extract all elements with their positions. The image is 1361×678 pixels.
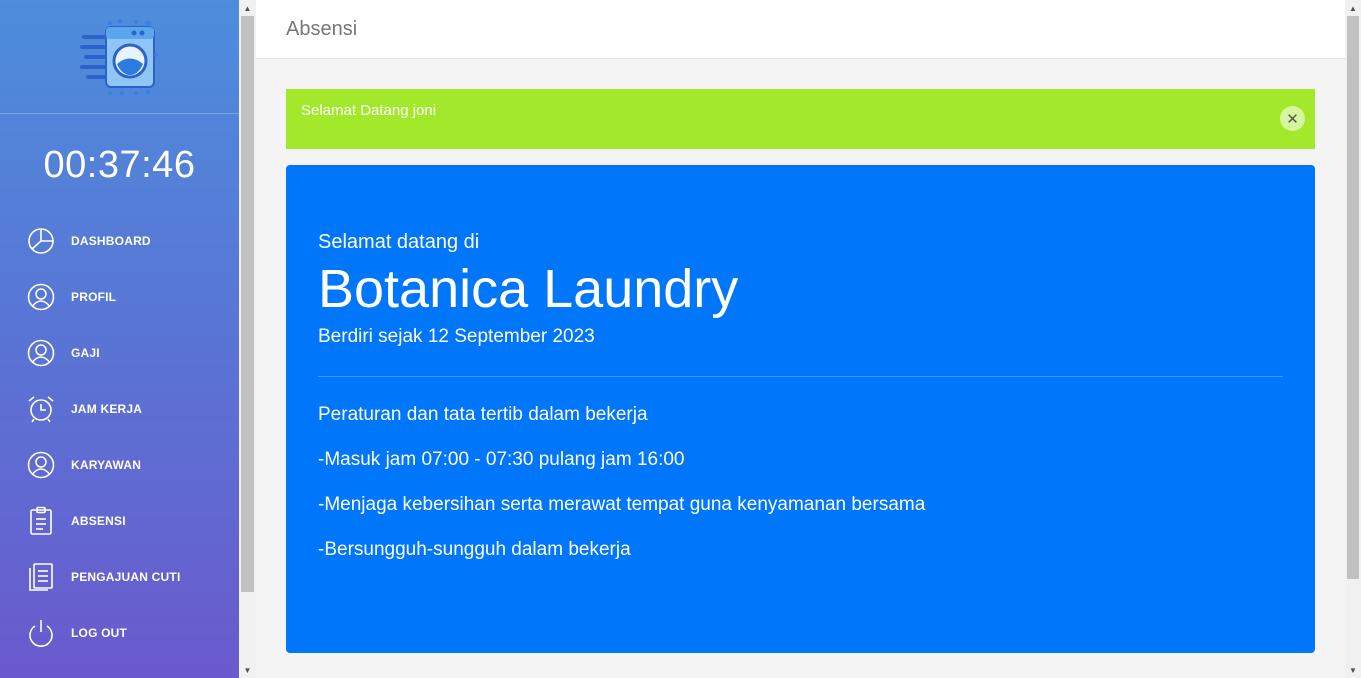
sidebar-item-label: DASHBOARD	[71, 234, 151, 248]
welcome-jumbotron: Selamat datang di Botanica Laundry Berdi…	[286, 165, 1315, 653]
scrollbar-thumb[interactable]	[241, 16, 254, 592]
alert-message: Selamat Datang joni	[301, 102, 437, 119]
sidebar-item-label: PENGAJUAN CUTI	[71, 570, 181, 584]
scroll-up-arrow[interactable]: ▲	[239, 0, 256, 16]
dashboard-pie-icon	[26, 226, 56, 256]
user-icon	[26, 450, 56, 480]
scrollbar-thumb[interactable]	[1347, 16, 1359, 579]
sidebar-item-jam-kerja[interactable]: JAM KERJA	[0, 381, 239, 437]
user-icon	[26, 338, 56, 368]
washing-machine-icon	[79, 18, 158, 95]
clipboard-icon	[26, 506, 56, 536]
rule-item: -Masuk jam 07:00 - 07:30 pulang jam 16:0…	[318, 449, 685, 471]
founded-text: Berdiri sejak 12 September 2023	[318, 326, 595, 348]
clock-display: 00:37:46	[43, 144, 196, 186]
sidebar-item-profil[interactable]: PROFIL	[0, 269, 239, 325]
sidebar: 00:37:46 DASHBOARD PROFIL GAJI JAM KERJA…	[0, 0, 239, 678]
sidebar-item-label: LOG OUT	[71, 626, 128, 640]
document-icon	[26, 562, 56, 592]
scroll-down-arrow[interactable]: ▼	[239, 662, 256, 678]
scroll-up-arrow[interactable]: ▲	[1345, 0, 1361, 16]
alarm-clock-icon	[26, 394, 56, 424]
rule-item: -Bersungguh-sungguh dalam bekerja	[318, 539, 631, 561]
page-scrollbar[interactable]: ▲ ▼	[1345, 0, 1361, 678]
sidebar-item-gaji[interactable]: GAJI	[0, 325, 239, 381]
sidebar-menu: DASHBOARD PROFIL GAJI JAM KERJA KARYAWAN…	[0, 213, 239, 661]
main-content: Absensi Selamat Datang joni ✕ Selamat da…	[256, 0, 1345, 678]
sidebar-item-absensi[interactable]: ABSENSI	[0, 493, 239, 549]
power-icon	[26, 618, 56, 648]
welcome-pretitle: Selamat datang di	[318, 231, 480, 253]
close-alert-button[interactable]: ✕	[1280, 106, 1305, 131]
sidebar-item-label: PROFIL	[71, 290, 117, 304]
welcome-alert: Selamat Datang joni ✕	[286, 89, 1315, 149]
sidebar-item-label: JAM KERJA	[71, 402, 143, 416]
rule-item: -Menjaga kebersihan serta merawat tempat…	[318, 494, 926, 516]
page-title: Absensi	[286, 17, 358, 40]
sidebar-item-pengajuan-cuti[interactable]: PENGAJUAN CUTI	[0, 549, 239, 605]
divider	[318, 376, 1283, 378]
rules-heading: Peraturan dan tata tertib dalam bekerja	[318, 404, 648, 426]
sidebar-item-label: KARYAWAN	[71, 458, 142, 472]
sidebar-scrollbar[interactable]: ▲ ▼	[239, 0, 256, 678]
sidebar-item-label: GAJI	[71, 346, 100, 360]
logo-area	[0, 0, 239, 114]
scroll-down-arrow[interactable]: ▼	[1345, 662, 1361, 678]
sidebar-item-log-out[interactable]: LOG OUT	[0, 605, 239, 661]
user-icon	[26, 282, 56, 312]
brand-title: Botanica Laundry	[318, 259, 739, 319]
sidebar-item-label: ABSENSI	[71, 514, 126, 528]
top-bar: Absensi	[256, 0, 1345, 59]
sidebar-item-karyawan[interactable]: KARYAWAN	[0, 437, 239, 493]
sidebar-item-dashboard[interactable]: DASHBOARD	[0, 213, 239, 269]
